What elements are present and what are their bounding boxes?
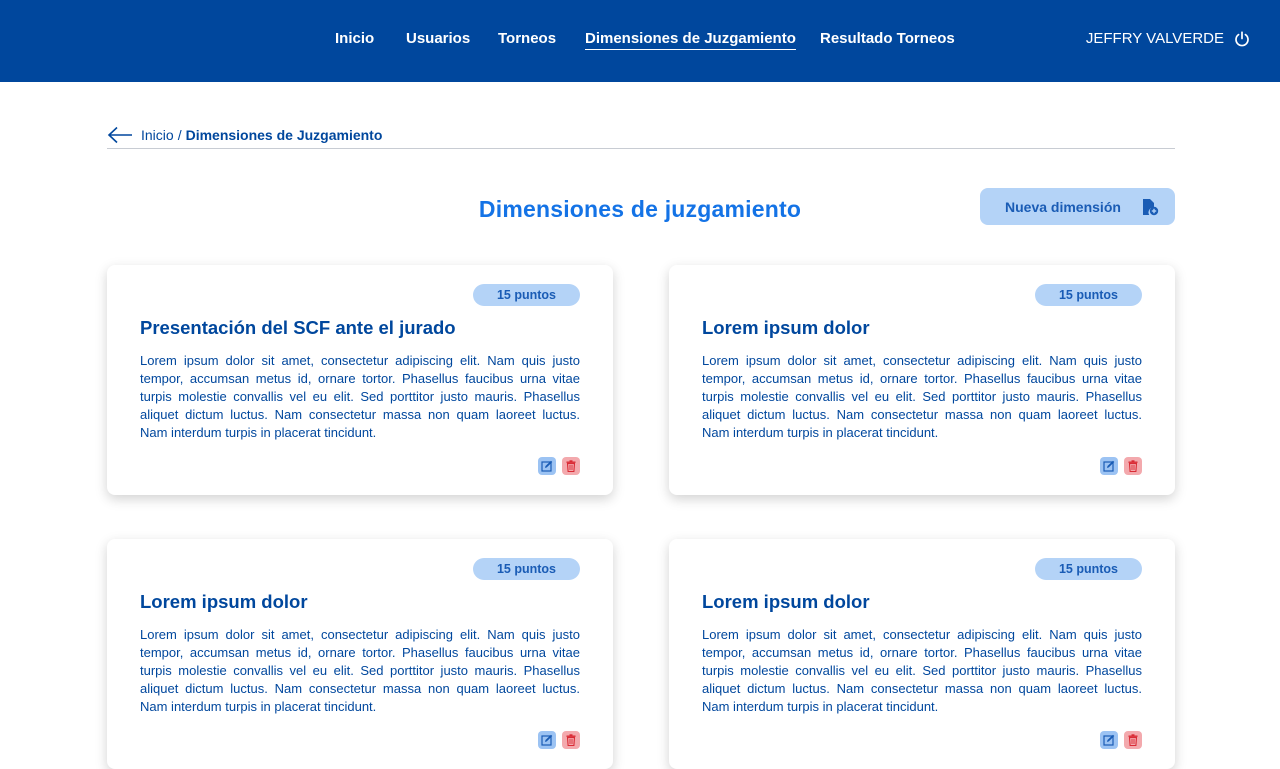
file-add-icon [1143, 199, 1159, 216]
nav-item-resultado-torneos[interactable]: Resultado Torneos [820, 30, 955, 48]
card-description: Lorem ipsum dolor sit amet, consectetur … [702, 353, 1142, 440]
power-icon[interactable] [1234, 31, 1250, 47]
points-badge: 15 puntos [1035, 558, 1142, 580]
delete-button[interactable] [1124, 731, 1142, 749]
dimension-card: 15 puntos Lorem ipsum dolor Lorem ipsum … [669, 265, 1175, 495]
edit-button[interactable] [538, 457, 556, 475]
edit-button[interactable] [1100, 731, 1118, 749]
edit-button[interactable] [1100, 457, 1118, 475]
points-badge: 15 puntos [473, 284, 580, 306]
card-title: Lorem ipsum dolor [702, 591, 870, 612]
edit-icon [1103, 460, 1115, 472]
card-title: Lorem ipsum dolor [702, 317, 870, 338]
dimension-card: 15 puntos Lorem ipsum dolor Lorem ipsum … [669, 539, 1175, 769]
arrow-left-icon[interactable] [107, 126, 133, 144]
breadcrumb-separator: / [177, 127, 182, 143]
card-actions [538, 731, 580, 749]
edit-icon [1103, 734, 1115, 746]
points-badge: 15 puntos [473, 558, 580, 580]
points-badge: 15 puntos [1035, 284, 1142, 306]
nav-item-dimensiones[interactable]: Dimensiones de Juzgamiento [585, 30, 796, 50]
dimension-card: 15 puntos Presentación del SCF ante el j… [107, 265, 613, 495]
card-actions [1100, 731, 1142, 749]
user-name: JEFFRY VALVERDE [1085, 30, 1224, 47]
card-title: Presentación del SCF ante el jurado [140, 317, 456, 338]
edit-button[interactable] [538, 731, 556, 749]
trash-icon [566, 734, 576, 746]
nav-item-torneos[interactable]: Torneos [498, 30, 556, 48]
breadcrumb-current: Dimensiones de Juzgamiento [185, 127, 383, 143]
delete-button[interactable] [562, 731, 580, 749]
delete-button[interactable] [1124, 457, 1142, 475]
breadcrumb-home[interactable]: Inicio [141, 126, 174, 144]
new-dimension-button[interactable]: Nueva dimensión [980, 188, 1175, 225]
trash-icon [1128, 734, 1138, 746]
trash-icon [566, 460, 576, 472]
card-description: Lorem ipsum dolor sit amet, consectetur … [140, 353, 580, 440]
trash-icon [1128, 460, 1138, 472]
delete-button[interactable] [562, 457, 580, 475]
top-navbar: Inicio Usuarios Torneos Dimensiones de J… [0, 0, 1280, 82]
card-description: Lorem ipsum dolor sit amet, consectetur … [140, 627, 580, 714]
new-dimension-label: Nueva dimensión [1005, 198, 1121, 215]
card-description: Lorem ipsum dolor sit amet, consectetur … [702, 627, 1142, 714]
edit-icon [541, 734, 553, 746]
card-actions [1100, 457, 1142, 475]
user-menu: JEFFRY VALVERDE [1086, 30, 1250, 48]
edit-icon [541, 460, 553, 472]
card-actions [538, 457, 580, 475]
breadcrumb: Inicio / Dimensiones de Juzgamiento [107, 126, 1175, 149]
nav-item-usuarios[interactable]: Usuarios [406, 30, 470, 48]
dimension-card: 15 puntos Lorem ipsum dolor Lorem ipsum … [107, 539, 613, 769]
card-title: Lorem ipsum dolor [140, 591, 308, 612]
nav-item-inicio[interactable]: Inicio [335, 30, 374, 48]
